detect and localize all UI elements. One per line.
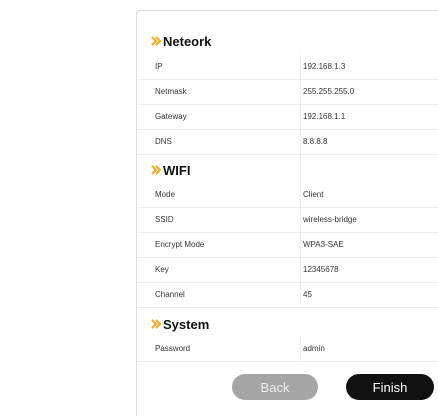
table-row: SSID wireless-bridge <box>137 208 438 233</box>
row-key-netmask: Netmask <box>155 87 187 96</box>
section-header-wifi: WIFI <box>151 159 190 181</box>
network-rows: IP 192.168.1.3 Netmask 255.255.255.0 Gat… <box>137 55 438 155</box>
table-row: DNS 8.8.8.8 <box>137 130 438 155</box>
table-row: Mode Client <box>137 183 438 208</box>
row-value-netmask: 255.255.255.0 <box>303 87 355 96</box>
finish-button[interactable]: Finish <box>346 374 434 400</box>
table-row: Password admin <box>137 337 438 362</box>
section-title-system: System <box>163 316 210 332</box>
double-chevron-right-icon <box>151 165 161 175</box>
section-header-network: Neteork <box>151 30 211 52</box>
table-row: Netmask 255.255.255.0 <box>137 80 438 105</box>
row-key-ip: IP <box>155 62 163 71</box>
table-row: Key 12345678 <box>137 258 438 283</box>
section-title-network: Neteork <box>163 33 212 49</box>
table-row: Gateway 192.168.1.1 <box>137 105 438 130</box>
row-value-encrypt-mode: WPA3-SAE <box>303 240 344 249</box>
table-row: Encrypt Mode WPA3-SAE <box>137 233 438 258</box>
row-value-ssid: wireless-bridge <box>303 215 357 224</box>
system-rows: Password admin <box>137 337 438 362</box>
section-title-wifi: WIFI <box>163 162 191 178</box>
row-key-gateway: Gateway <box>155 112 187 121</box>
page: Neteork IP 192.168.1.3 Netmask 255.255.2… <box>0 0 438 416</box>
row-value-channel: 45 <box>303 290 312 299</box>
table-row: Channel 45 <box>137 283 438 308</box>
row-key-channel: Channel <box>155 290 185 299</box>
row-value-mode: Client <box>303 190 324 199</box>
summary-panel: Neteork IP 192.168.1.3 Netmask 255.255.2… <box>136 10 438 416</box>
row-key-mode: Mode <box>155 190 176 199</box>
row-key-dns: DNS <box>155 137 172 146</box>
row-key-encrypt-mode: Encrypt Mode <box>155 240 205 249</box>
double-chevron-right-icon <box>151 319 161 329</box>
row-key-password: Password <box>155 344 191 353</box>
row-key-ssid: SSID <box>155 215 174 224</box>
row-value-gateway: 192.168.1.1 <box>303 112 346 121</box>
row-value-dns: 8.8.8.8 <box>303 137 328 146</box>
double-chevron-right-icon <box>151 36 161 46</box>
row-key-key: Key <box>155 265 169 274</box>
wifi-rows: Mode Client SSID wireless-bridge Encrypt… <box>137 183 438 308</box>
table-row: IP 192.168.1.3 <box>137 55 438 80</box>
row-value-key: 12345678 <box>303 265 339 274</box>
row-value-ip: 192.168.1.3 <box>303 62 346 71</box>
row-value-password: admin <box>303 344 325 353</box>
back-button[interactable]: Back <box>232 374 318 400</box>
section-header-system: System <box>151 313 209 335</box>
